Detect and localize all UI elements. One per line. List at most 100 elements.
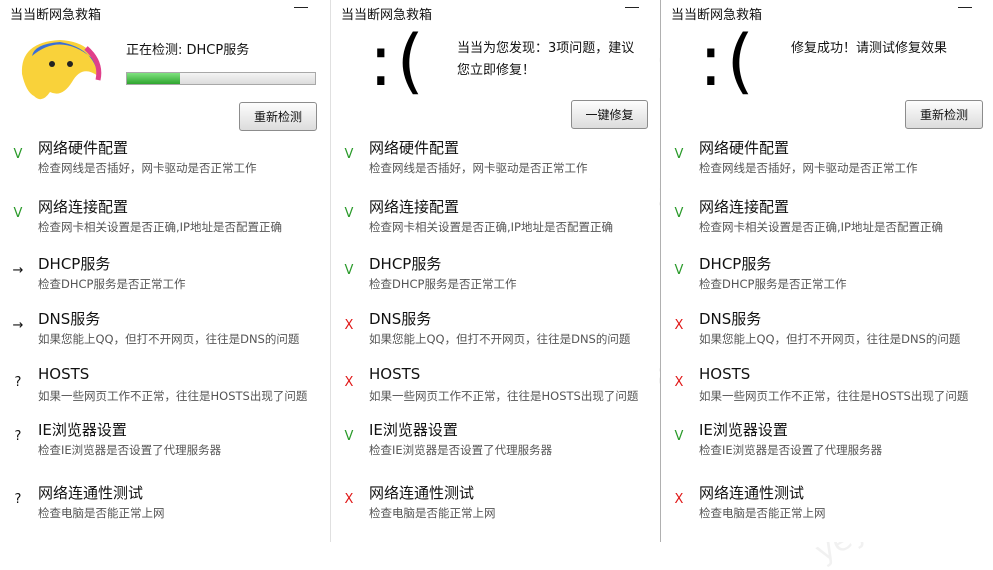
check-item-description: 检查电脑是否能正常上网 (38, 506, 165, 520)
status-fail-icon: X (344, 318, 354, 333)
check-item: V IE浏览器设置检查IE浏览器是否设置了代理服务器 (661, 419, 993, 469)
check-item: V DHCP服务 检查DHCP服务是否正常工作 (661, 253, 993, 303)
check-item-description: 检查DHCP服务是否正常工作 (699, 277, 847, 291)
status-ok-icon: V (674, 429, 684, 444)
check-item: → DHCP服务检查DHCP服务是否正常工作 (0, 253, 330, 303)
check-item-title: IE浏览器设置 (699, 421, 788, 439)
check-item-title: DHCP服务 (369, 255, 442, 273)
check-item: X HOSTS 如果一些网页工作不正常，往往是HOSTS出现了问题 (331, 365, 659, 415)
status-unknown-icon: ? (14, 492, 22, 507)
check-item-description: 如果您能上QQ，但打不开网页，往往是DNS的问题 (699, 332, 961, 346)
check-item: → DNS服务如果您能上QQ，但打不开网页，往往是DNS的问题 (0, 308, 330, 358)
status-ok-icon: V (674, 147, 684, 162)
status-ok-icon: V (344, 206, 354, 221)
check-item-title: HOSTS (38, 365, 90, 383)
status-fail-icon: X (344, 375, 354, 390)
status-ok-icon: V (344, 147, 354, 162)
panel-problems-found: 当当断网急救箱 :( 当当为您发现：3项问题，建议 您立即修复！ 一键修复 V网… (330, 0, 659, 542)
status-text-line1: 当当为您发现：3项问题，建议 (457, 41, 635, 56)
check-item-description: 检查DHCP服务是否正常工作 (369, 277, 517, 291)
check-item-title: IE浏览器设置 (369, 421, 458, 439)
check-item: X HOSTS 如果一些网页工作不正常，往往是HOSTS出现了问题 (661, 365, 993, 415)
check-item-title: HOSTS (699, 365, 751, 383)
status-text: 修复成功！请测试修复效果 (791, 41, 948, 56)
sad-face-icon: :( (369, 20, 428, 102)
check-item-title: 网络连通性测试 (699, 484, 805, 502)
check-item-description: 检查IE浏览器是否设置了代理服务器 (38, 443, 222, 457)
progress-fill (127, 73, 180, 84)
check-item: ? IE浏览器设置检查IE浏览器是否设置了代理服务器 (0, 419, 330, 469)
status-fail-icon: X (674, 492, 684, 507)
status-fail-icon: X (674, 375, 684, 390)
check-item-description: 检查电脑是否能正常上网 (699, 506, 826, 520)
check-item: V 网络硬件配置检查网线是否插好，网卡驱动是否正常工作 (331, 137, 659, 187)
status-unknown-icon: ? (14, 429, 22, 444)
check-item-title: DNS服务 (369, 310, 432, 328)
check-item-description: 检查网卡相关设置是否正确,IP地址是否配置正确 (699, 220, 943, 234)
check-item-title: 网络连接配置 (699, 198, 790, 216)
check-item: X DNS服务如果您能上QQ，但打不开网页，往往是DNS的问题 (661, 308, 993, 358)
check-item-description: 检查网线是否插好，网卡驱动是否正常工作 (38, 161, 257, 175)
status-text: 正在检测: DHCP服务 (126, 43, 250, 58)
sad-face-icon: :( (699, 20, 758, 102)
check-item: V 网络连接配置检查网卡相关设置是否正确,IP地址是否配置正确 (331, 196, 659, 246)
status-text-line2: 您立即修复！ (457, 63, 536, 78)
check-item-description: 如果一些网页工作不正常，往往是HOSTS出现了问题 (369, 389, 639, 403)
check-item-title: IE浏览器设置 (38, 421, 127, 439)
check-item-title: DHCP服务 (38, 255, 111, 273)
check-item-title: 网络连通性测试 (369, 484, 475, 502)
minimize-button[interactable] (956, 0, 974, 14)
check-item-description: 检查IE浏览器是否设置了代理服务器 (369, 443, 553, 457)
check-item: V 网络连接配置检查网卡相关设置是否正确,IP地址是否配置正确 (0, 196, 330, 246)
app-logo-icon (21, 40, 102, 100)
status-pending-icon: → (12, 318, 24, 333)
check-item: X DNS服务如果您能上QQ，但打不开网页，往往是DNS的问题 (331, 308, 659, 358)
check-item: X 网络连通性测试检查电脑是否能正常上网 (661, 482, 993, 532)
check-item: ? HOSTS 如果一些网页工作不正常，往往是HOSTS出现了问题 (0, 365, 330, 415)
panel-checking: 当当断网急救箱 正在检测: DHCP服务 重新检测 V 网络硬件配置检查网线是否插… (0, 0, 330, 542)
check-item-title: HOSTS (369, 365, 421, 383)
check-item-title: DHCP服务 (699, 255, 772, 273)
check-item-description: 如果您能上QQ，但打不开网页，往往是DNS的问题 (38, 332, 300, 346)
check-item-description: 检查网卡相关设置是否正确,IP地址是否配置正确 (369, 220, 613, 234)
check-item-description: 检查电脑是否能正常上网 (369, 506, 496, 520)
minimize-button[interactable] (292, 0, 310, 14)
check-item-title: 网络硬件配置 (699, 139, 790, 157)
status-ok-icon: V (13, 206, 23, 221)
check-item-description: 检查网卡相关设置是否正确,IP地址是否配置正确 (38, 220, 282, 234)
status-fail-icon: X (344, 492, 354, 507)
check-item-description: 如果您能上QQ，但打不开网页，往往是DNS的问题 (369, 332, 631, 346)
check-item-description: 检查网线是否插好，网卡驱动是否正常工作 (699, 161, 918, 175)
check-item-title: 网络连通性测试 (38, 484, 144, 502)
check-item: V IE浏览器设置检查IE浏览器是否设置了代理服务器 (331, 419, 659, 469)
check-item-title: 网络硬件配置 (38, 139, 129, 157)
check-item-title: 网络连接配置 (38, 198, 129, 216)
check-item: X 网络连通性测试检查电脑是否能正常上网 (331, 482, 659, 532)
check-item-description: 检查IE浏览器是否设置了代理服务器 (699, 443, 883, 457)
one-click-repair-button[interactable]: 一键修复 (571, 100, 648, 129)
check-item: V DHCP服务检查DHCP服务是否正常工作 (331, 253, 659, 303)
check-item-description: 如果一些网页工作不正常，往往是HOSTS出现了问题 (699, 389, 969, 403)
status-pending-icon: → (12, 263, 24, 278)
check-item-description: 如果一些网页工作不正常，往往是HOSTS出现了问题 (38, 389, 308, 403)
check-item-title: 网络硬件配置 (369, 139, 460, 157)
recheck-button[interactable]: 重新检测 (239, 102, 317, 131)
status-ok-icon: V (674, 206, 684, 221)
check-item-title: 网络连接配置 (369, 198, 460, 216)
check-item: ? 网络连通性测试检查电脑是否能正常上网 (0, 482, 330, 532)
progress-bar (126, 72, 316, 85)
check-item-title: DNS服务 (38, 310, 101, 328)
window-title: 当当断网急救箱 (10, 8, 102, 23)
recheck-button[interactable]: 重新检测 (905, 100, 983, 129)
check-item: V 网络硬件配置检查网线是否插好，网卡驱动是否正常工作 (661, 137, 993, 187)
check-item: V 网络连接配置检查网卡相关设置是否正确,IP地址是否配置正确 (661, 196, 993, 246)
status-ok-icon: V (13, 147, 23, 162)
status-ok-icon: V (344, 429, 354, 444)
check-item-title: DNS服务 (699, 310, 762, 328)
minimize-button[interactable] (623, 0, 641, 14)
status-unknown-icon: ? (14, 375, 22, 390)
status-fail-icon: X (674, 318, 684, 333)
check-item-description: 检查DHCP服务是否正常工作 (38, 277, 186, 291)
status-ok-icon: V (344, 263, 354, 278)
check-item-description: 检查网线是否插好，网卡驱动是否正常工作 (369, 161, 588, 175)
